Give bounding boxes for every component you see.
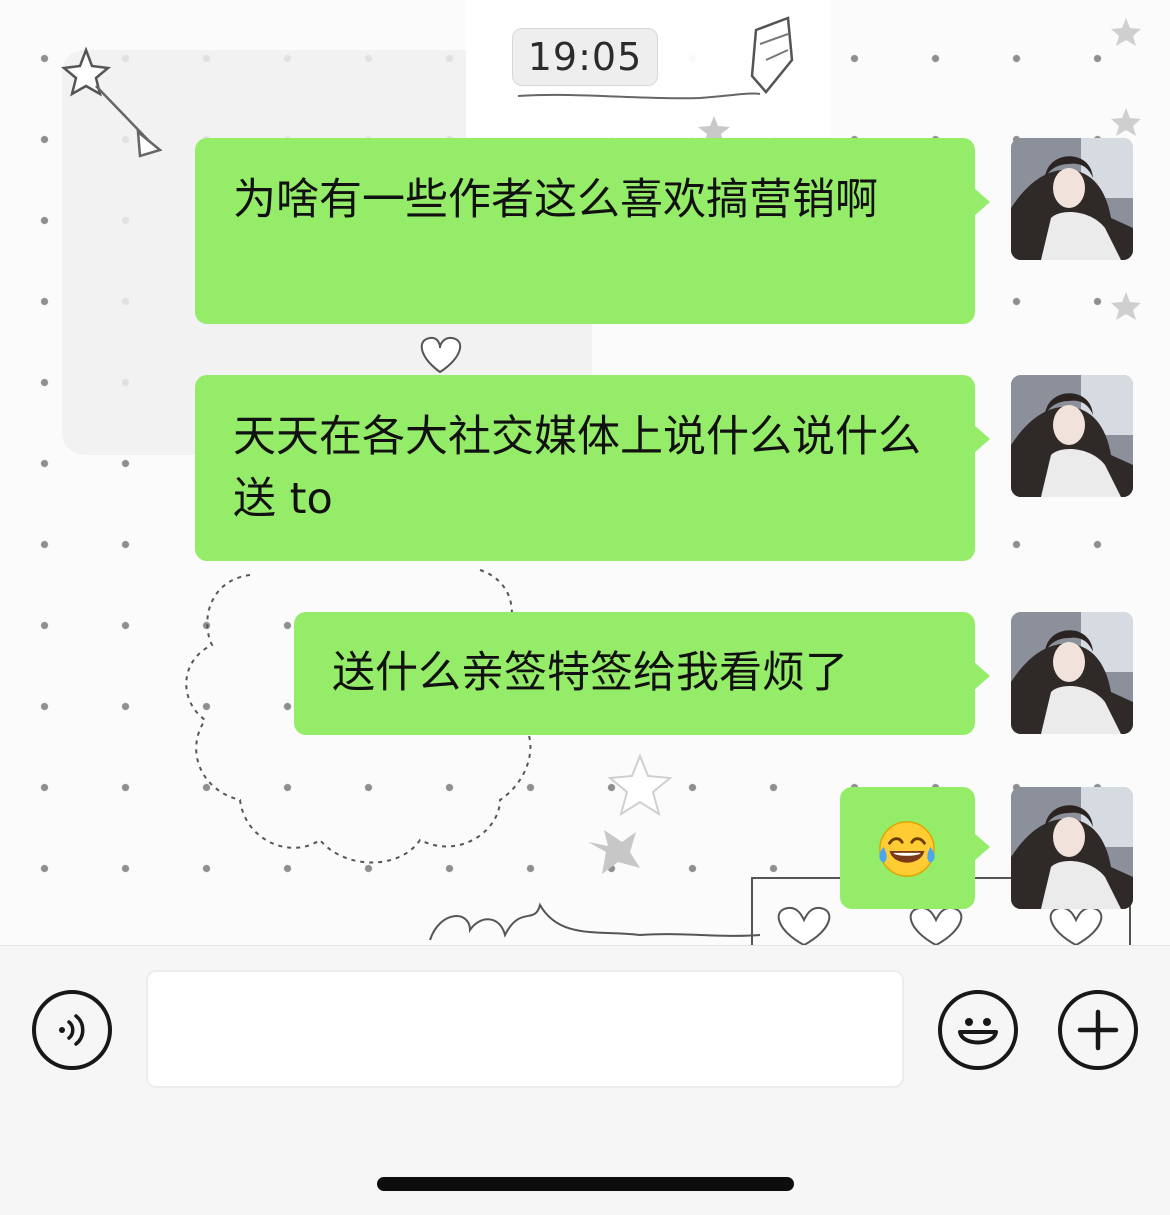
message-bubble[interactable]: 送什么亲签特签给我看烦了 <box>294 612 990 735</box>
chat-area[interactable]: 19:05 为啥有一些作者这么喜欢搞营销啊 天天在各大社交媒体上说什么说什么送 … <box>0 0 1170 945</box>
avatar[interactable] <box>1011 375 1133 497</box>
message-bubble[interactable]: 为啥有一些作者这么喜欢搞营销啊 <box>195 138 990 324</box>
smiley-icon <box>958 1018 998 1045</box>
voice-button[interactable] <box>32 990 112 1070</box>
avatar-photo <box>1011 612 1133 734</box>
message-bubble[interactable]: 天天在各大社交媒体上说什么说什么送 to <box>195 375 990 561</box>
avatar[interactable] <box>1011 138 1133 260</box>
plus-icon <box>1077 1009 1119 1051</box>
timestamp: 19:05 <box>512 28 658 86</box>
avatar-photo <box>1011 787 1133 909</box>
voice-icon <box>59 1014 85 1046</box>
emoji-message-bubble[interactable] <box>840 787 990 909</box>
input-bar <box>0 945 1170 1215</box>
message-input[interactable] <box>146 970 904 1088</box>
emoji-button[interactable] <box>938 990 1018 1070</box>
avatar[interactable] <box>1011 787 1133 909</box>
message-text: 天天在各大社交媒体上说什么说什么送 to <box>233 412 921 524</box>
home-indicator[interactable] <box>377 1177 794 1191</box>
message-text: 为啥有一些作者这么喜欢搞营销啊 <box>233 175 878 225</box>
avatar[interactable] <box>1011 612 1133 734</box>
plus-button[interactable] <box>1058 990 1138 1070</box>
avatar-photo <box>1011 138 1133 260</box>
avatar-photo <box>1011 375 1133 497</box>
face-with-tears-of-joy-icon <box>879 821 935 877</box>
message-text: 送什么亲签特签给我看烦了 <box>332 648 848 698</box>
